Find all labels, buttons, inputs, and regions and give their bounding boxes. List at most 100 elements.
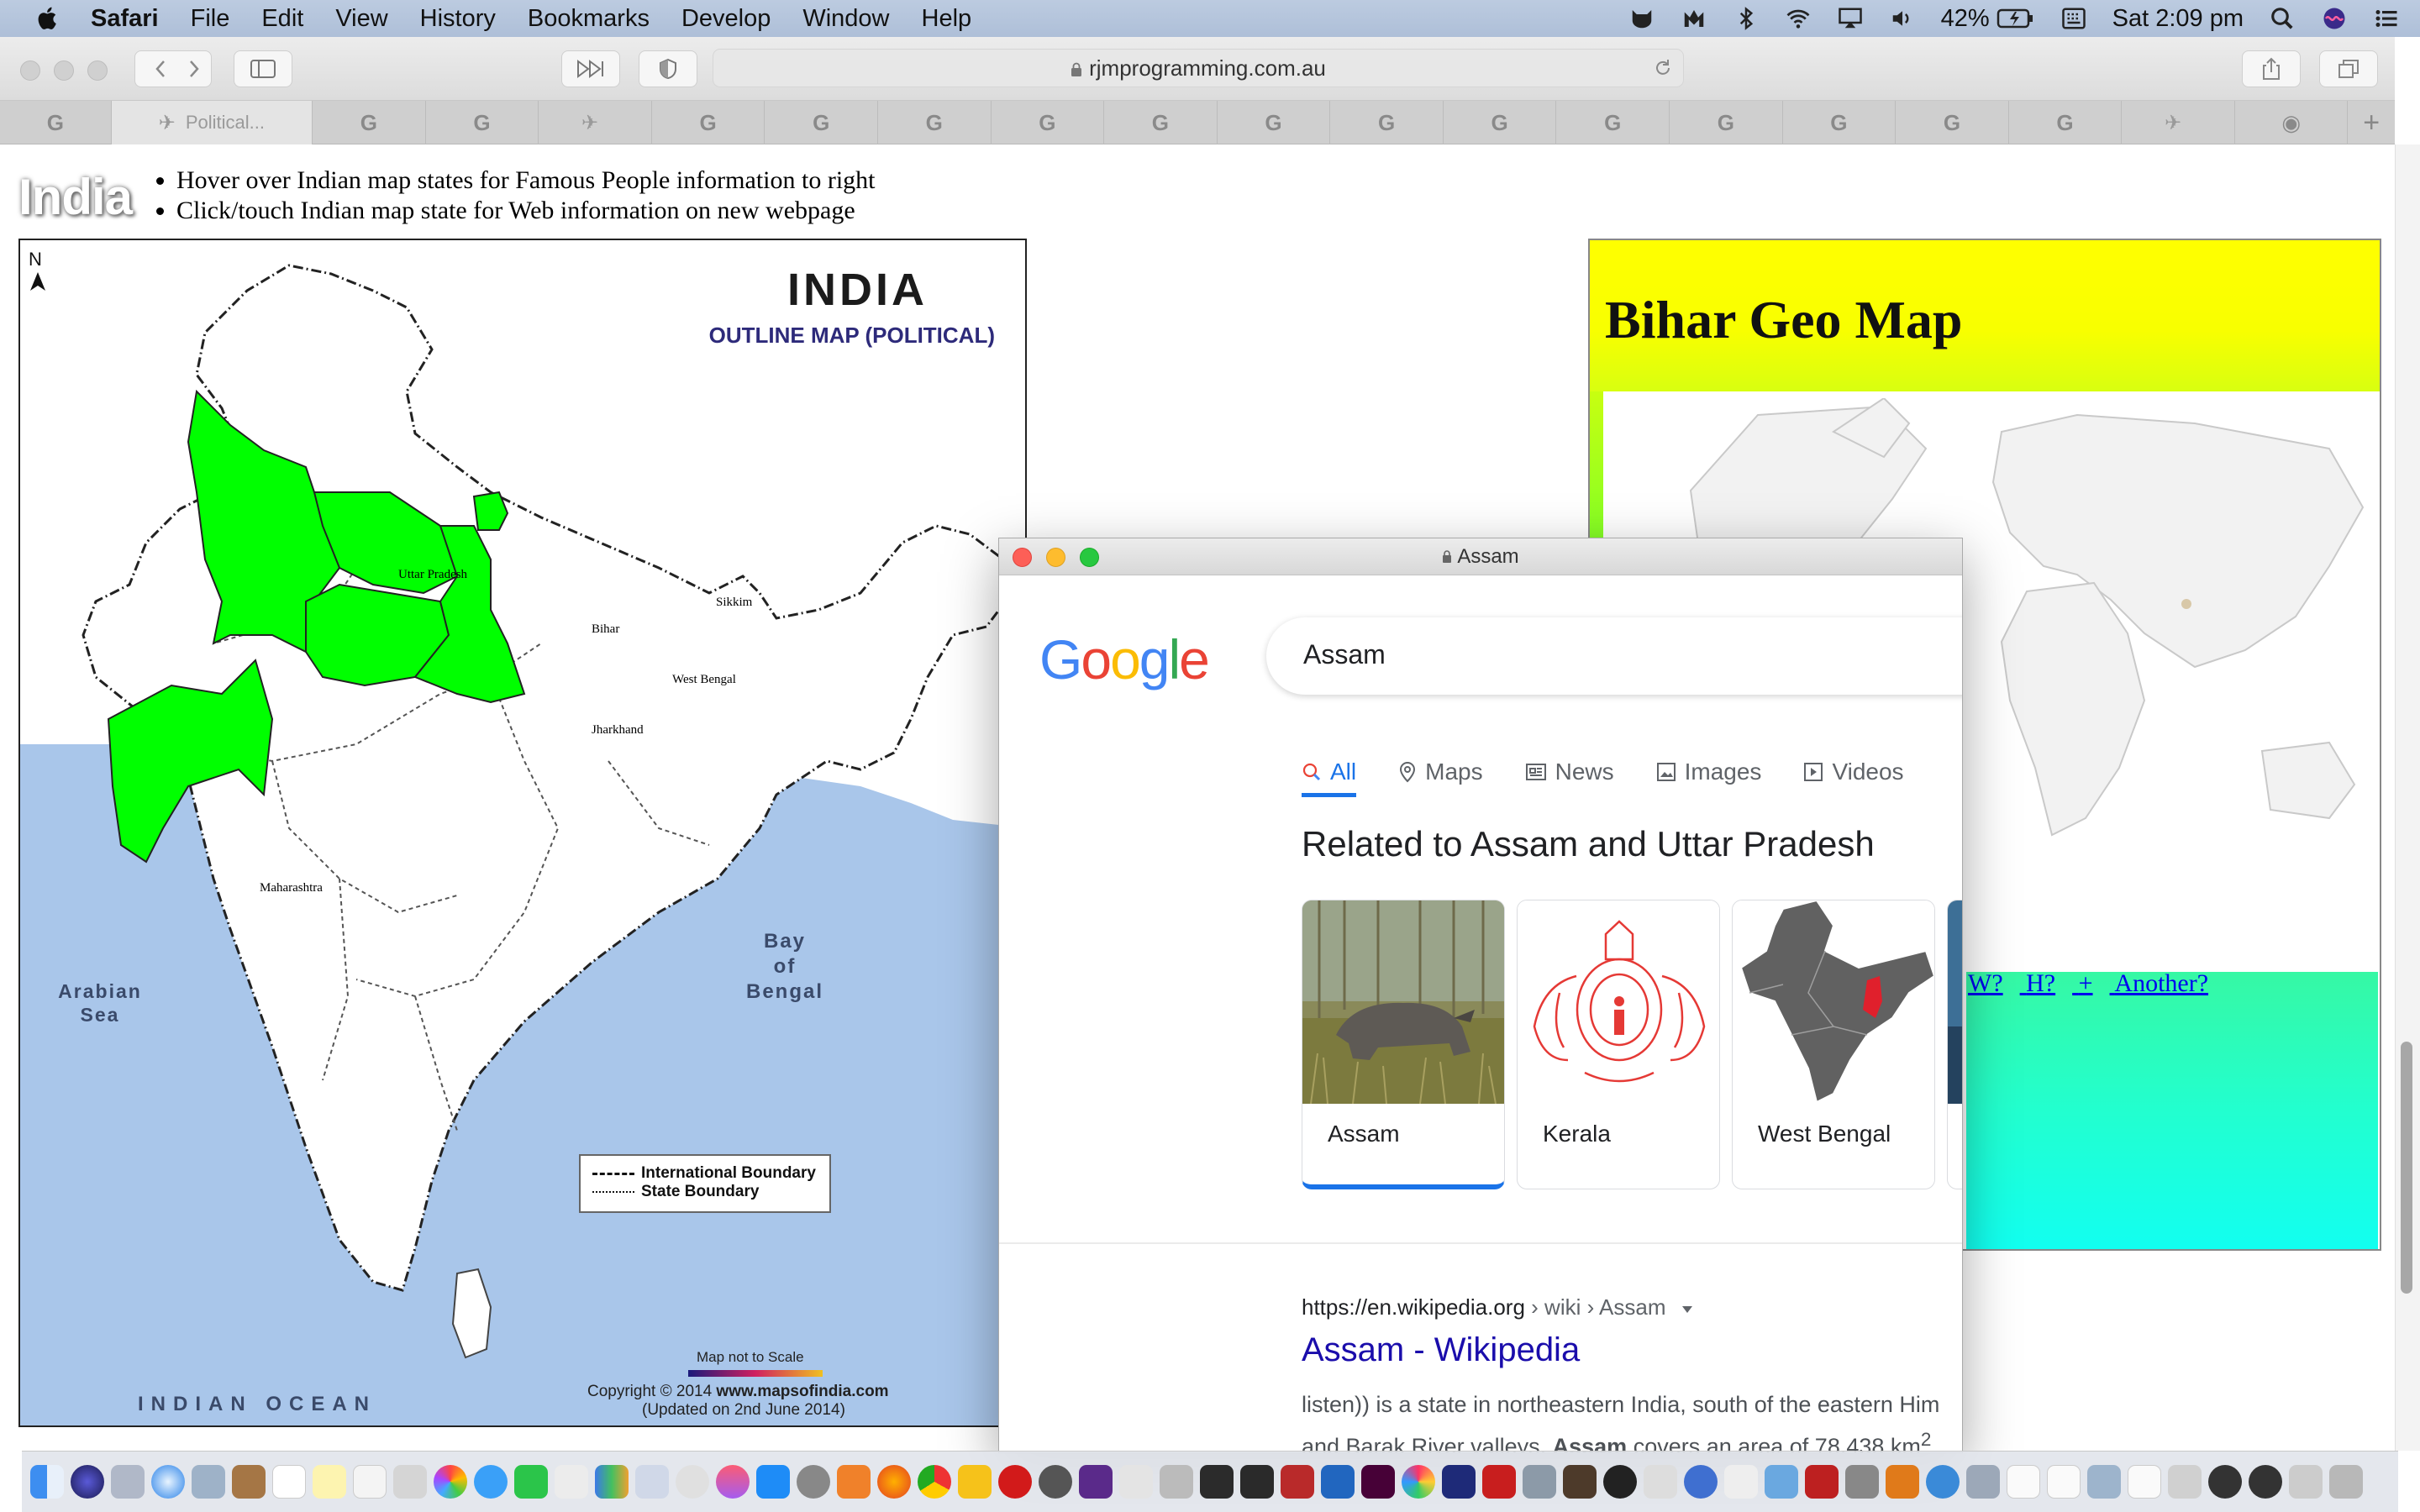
trash-icon[interactable] bbox=[2329, 1465, 2363, 1499]
tab-google[interactable]: G bbox=[313, 101, 426, 144]
cite-dropdown-icon[interactable] bbox=[1681, 1305, 1694, 1315]
tab-maps[interactable]: Maps bbox=[1398, 747, 1483, 797]
tab-google[interactable]: G bbox=[992, 101, 1105, 144]
r-language-icon[interactable] bbox=[1321, 1465, 1355, 1499]
tab-google[interactable]: G bbox=[652, 101, 765, 144]
result-title-link[interactable]: Assam - Wikipedia bbox=[1302, 1331, 1580, 1369]
tab-overview-button[interactable] bbox=[2319, 50, 2378, 87]
chrome-icon[interactable] bbox=[918, 1465, 951, 1499]
tab-google[interactable]: G bbox=[1104, 101, 1218, 144]
address-bar[interactable]: rjmprogramming.com.au bbox=[713, 49, 1684, 87]
clock[interactable]: Sat 2:09 pm bbox=[2112, 5, 2244, 33]
menu-view[interactable]: View bbox=[335, 5, 387, 33]
menu-develop[interactable]: Develop bbox=[681, 5, 771, 33]
menu-edit[interactable]: Edit bbox=[261, 5, 303, 33]
xcode-icon[interactable] bbox=[1765, 1465, 1798, 1499]
terminal-icon[interactable] bbox=[1200, 1465, 1234, 1499]
textedit-icon[interactable] bbox=[555, 1465, 588, 1499]
mosaic-icon[interactable] bbox=[1281, 1465, 1314, 1499]
tab-google[interactable]: G bbox=[1783, 101, 1897, 144]
messages-icon[interactable] bbox=[474, 1465, 508, 1499]
file-icon[interactable] bbox=[2047, 1465, 2081, 1499]
link-how[interactable]: H? bbox=[2026, 969, 2055, 997]
numbers-icon[interactable] bbox=[595, 1465, 629, 1499]
tab-google[interactable]: G bbox=[878, 101, 992, 144]
tab-google[interactable]: G bbox=[1330, 101, 1444, 144]
tab-airplane[interactable]: ✈ bbox=[539, 101, 652, 144]
document-icon[interactable] bbox=[1724, 1465, 1758, 1499]
cat-status-icon[interactable] bbox=[1628, 6, 1655, 31]
system-preferences-icon[interactable] bbox=[797, 1465, 830, 1499]
cube-icon[interactable] bbox=[1644, 1465, 1677, 1499]
tab-elephant[interactable]: ◉ bbox=[2235, 101, 2349, 144]
sidebar-button[interactable] bbox=[234, 50, 292, 87]
tab-google[interactable]: G bbox=[1896, 101, 2009, 144]
notefile-icon[interactable] bbox=[232, 1465, 266, 1499]
spotlight-search-icon[interactable] bbox=[2269, 6, 2296, 31]
app-store-icon[interactable] bbox=[756, 1465, 790, 1499]
preview-icon[interactable] bbox=[192, 1465, 225, 1499]
notes-icon[interactable] bbox=[313, 1465, 346, 1499]
tab-images[interactable]: Images bbox=[1656, 747, 1761, 797]
bluetooth-icon[interactable] bbox=[1733, 6, 1760, 31]
reminders-icon[interactable] bbox=[353, 1465, 387, 1499]
airplay-icon[interactable] bbox=[1837, 6, 1864, 31]
wifi-icon[interactable] bbox=[1785, 6, 1812, 31]
card-partial[interactable] bbox=[1947, 900, 1962, 1189]
pin-icon[interactable] bbox=[1805, 1465, 1839, 1499]
menu-file[interactable]: File bbox=[191, 5, 230, 33]
photos-icon[interactable] bbox=[434, 1465, 467, 1499]
window-zoom-button[interactable] bbox=[87, 60, 108, 81]
avatar-icon[interactable] bbox=[2249, 1465, 2282, 1499]
opera-icon[interactable] bbox=[998, 1465, 1032, 1499]
link-plus[interactable]: + bbox=[2079, 969, 2093, 997]
image-file-icon[interactable] bbox=[2087, 1465, 2121, 1499]
network-utility-icon[interactable] bbox=[1684, 1465, 1718, 1499]
folder-icon[interactable] bbox=[2289, 1465, 2323, 1499]
filezilla-icon[interactable] bbox=[1482, 1465, 1516, 1499]
tab-google[interactable]: G bbox=[1670, 101, 1783, 144]
facetime-icon[interactable] bbox=[514, 1465, 548, 1499]
new-tab-button[interactable]: + bbox=[2348, 101, 2394, 144]
tab-all[interactable]: All bbox=[1302, 747, 1357, 797]
tab-active[interactable]: ✈ Political... bbox=[111, 101, 313, 144]
google-logo[interactable]: Google bbox=[1039, 627, 1210, 691]
reload-icon[interactable] bbox=[1653, 58, 1673, 78]
wireshark-icon[interactable] bbox=[958, 1465, 992, 1499]
menu-window[interactable]: Window bbox=[802, 5, 889, 33]
tab-google[interactable]: G bbox=[765, 101, 878, 144]
tab-google[interactable]: G bbox=[426, 101, 539, 144]
tab-news[interactable]: News bbox=[1525, 747, 1614, 797]
filezilla-f-icon[interactable] bbox=[1442, 1465, 1476, 1499]
launchpad-rocket-icon[interactable] bbox=[111, 1465, 145, 1499]
script-editor-icon[interactable] bbox=[1119, 1465, 1153, 1499]
keyboard-viewer-icon[interactable] bbox=[2060, 6, 2087, 31]
avatar-icon[interactable] bbox=[2208, 1465, 2242, 1499]
adobe-xd-icon[interactable] bbox=[1361, 1465, 1395, 1499]
tab-google[interactable]: G bbox=[2009, 101, 2123, 144]
window-minimize-button[interactable] bbox=[54, 60, 74, 81]
link-another[interactable]: Another? bbox=[2114, 969, 2208, 997]
gimp-icon[interactable] bbox=[1160, 1465, 1193, 1499]
reader-button[interactable] bbox=[561, 50, 620, 87]
window-close-button[interactable] bbox=[20, 60, 40, 81]
back-arrow-icon[interactable] bbox=[154, 59, 167, 79]
forward-arrow-icon[interactable] bbox=[187, 59, 201, 79]
file-icon[interactable] bbox=[2007, 1465, 2040, 1499]
tab-airplane[interactable]: ✈ bbox=[2122, 101, 2235, 144]
notification-center-icon[interactable] bbox=[2373, 6, 2400, 31]
file-icon[interactable] bbox=[2168, 1465, 2202, 1499]
tab-google[interactable]: G bbox=[1556, 101, 1670, 144]
color-picker-icon[interactable] bbox=[1402, 1465, 1435, 1499]
ufo-icon[interactable] bbox=[1240, 1465, 1274, 1499]
firefox-icon[interactable] bbox=[877, 1465, 911, 1499]
popup-titlebar[interactable]: Assam bbox=[999, 538, 1962, 575]
app-icon[interactable] bbox=[1966, 1465, 2000, 1499]
books-icon[interactable] bbox=[1886, 1465, 1919, 1499]
card-assam[interactable]: Assam bbox=[1302, 900, 1505, 1189]
disk-utility-icon[interactable] bbox=[1523, 1465, 1556, 1499]
menu-bookmarks[interactable]: Bookmarks bbox=[528, 5, 650, 33]
result-cite[interactable]: https://en.wikipedia.org › wiki › Assam bbox=[1302, 1294, 1694, 1320]
file-icon[interactable] bbox=[2128, 1465, 2161, 1499]
card-west-bengal[interactable]: West Bengal bbox=[1732, 900, 1935, 1189]
